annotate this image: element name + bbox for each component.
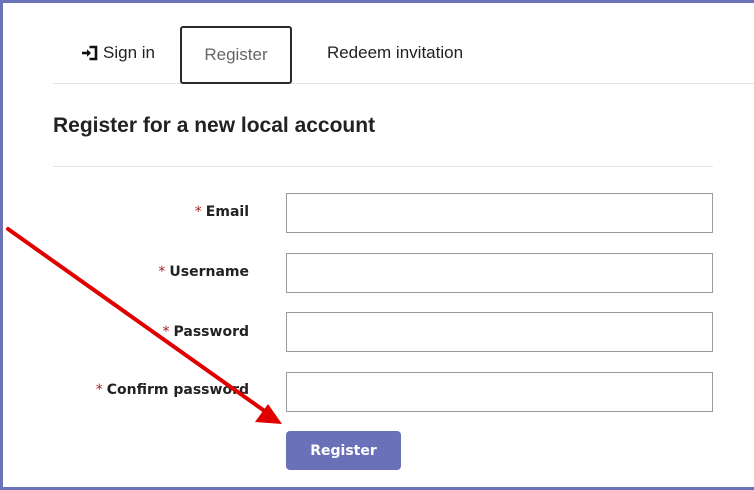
tab-sign-in[interactable]: Sign in: [71, 24, 165, 81]
tab-bar: Sign in Register Redeem invitation: [53, 24, 754, 84]
password-label: * Password: [162, 324, 249, 340]
register-button[interactable]: Register: [286, 431, 401, 470]
sign-in-icon: [81, 45, 99, 61]
username-field[interactable]: [286, 253, 713, 293]
tab-sign-in-label: Sign in: [103, 42, 155, 62]
page-title: Register for a new local account: [53, 114, 376, 137]
password-field[interactable]: [286, 312, 713, 352]
required-marker: *: [162, 324, 170, 340]
email-field[interactable]: [286, 193, 713, 233]
required-marker: *: [158, 264, 166, 280]
confirm-password-label: * Confirm password: [95, 382, 249, 398]
username-label: * Username: [158, 264, 249, 280]
confirm-password-field[interactable]: [286, 372, 713, 412]
tab-register[interactable]: Register: [180, 26, 292, 84]
required-marker: *: [95, 382, 103, 398]
title-divider: [53, 166, 713, 167]
email-label: * Email: [194, 204, 249, 220]
tab-redeem-invitation[interactable]: Redeem invitation: [305, 24, 485, 81]
required-marker: *: [194, 204, 202, 220]
tab-redeem-label: Redeem invitation: [326, 42, 464, 62]
tab-register-label: Register: [204, 45, 268, 64]
